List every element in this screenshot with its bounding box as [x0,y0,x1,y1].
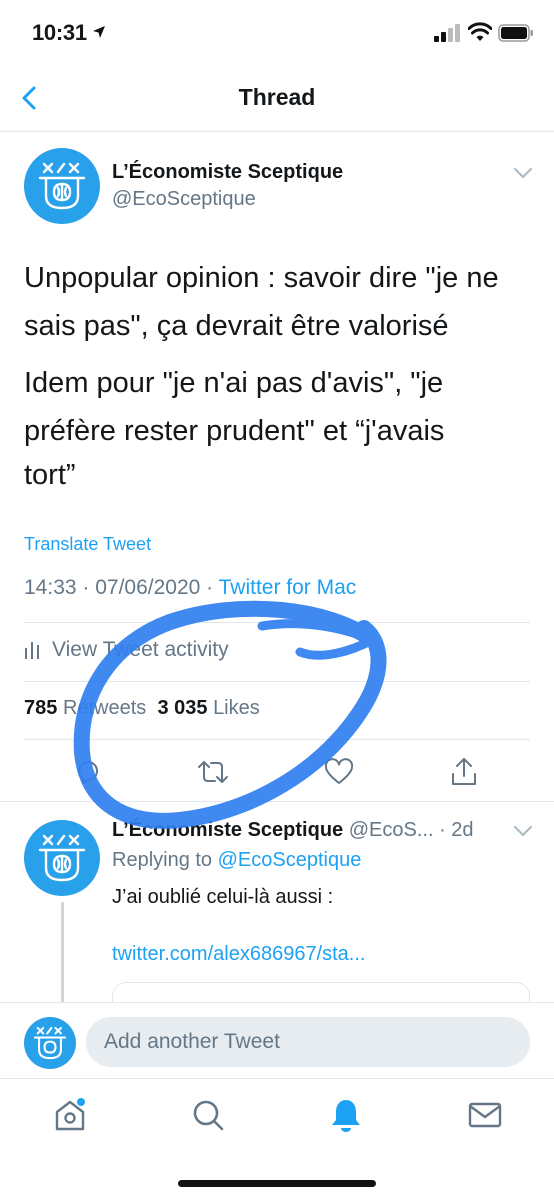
engagement-stats: 785 Retweets 3 035 Likes [24,697,260,720]
battery-icon [498,24,533,42]
reply-author-avatar[interactable] [24,820,100,896]
add-tweet-input[interactable] [86,1017,530,1067]
home-indicator [178,1180,376,1187]
likes-count: 3 035 [157,697,208,719]
reply-text: J’ai oublié celui-là aussi : [112,886,334,908]
brain-logo-icon [38,162,86,210]
reply-author-handle[interactable]: @EcoS... [349,819,434,841]
translate-tweet-link[interactable]: Translate Tweet [24,534,151,555]
brain-logo-icon [33,1026,67,1060]
chevron-down-icon[interactable] [512,166,534,180]
divider [24,622,530,623]
like-button[interactable] [321,754,357,790]
cellular-signal-icon [434,24,460,42]
reply-link[interactable]: twitter.com/alex686967/sta... [112,943,365,966]
reply-author-name[interactable]: L’Économiste Sceptique [112,819,343,841]
author-handle[interactable]: @EcoSceptique [112,188,256,211]
author-name[interactable]: L’Économiste Sceptique [112,161,343,184]
retweets-count: 785 [24,697,58,719]
replying-to-label: Replying to [112,849,218,871]
reply-icon [77,761,98,784]
divider [24,681,530,682]
composer-avatar[interactable] [24,1017,76,1069]
wifi-icon [468,22,492,41]
view-tweet-activity-label: View Tweet activity [52,638,229,661]
location-arrow-icon [93,26,105,38]
status-bar: 10:31 [0,0,554,64]
thread-separator [0,801,554,802]
likes-label[interactable]: Likes [213,697,260,719]
reply-button[interactable] [70,754,106,790]
tweet-text-line: Idem pour "je n'ai pas d'avis", "je [24,367,444,399]
composer-bar [0,1002,554,1078]
tweet-timestamp: 14:33 · 07/06/2020 · [24,576,219,599]
replying-to-handle[interactable]: @EcoSceptique [218,849,362,871]
tweet-metadata: 14:33 · 07/06/2020 · Twitter for Mac [24,576,356,600]
divider [24,739,530,740]
messages-icon[interactable] [465,1095,505,1135]
retweet-button[interactable] [195,754,231,790]
view-tweet-activity-button[interactable]: View Tweet activity [24,638,229,662]
tweet-text-line: préfère rester prudent" et “j'avais [24,415,445,447]
tweet-text-line: Unpopular opinion : savoir dire "je ne [24,262,499,294]
tweet-text-line: tort” [24,459,76,491]
nav-bar: Thread [0,64,554,132]
tweet-source-link[interactable]: Twitter for Mac [219,576,357,599]
share-icon [452,758,476,785]
reply-time: · 2d [439,819,474,841]
notifications-icon[interactable] [326,1095,366,1135]
page-title: Thread [238,84,316,110]
share-button[interactable] [446,754,482,790]
brain-logo-icon [38,834,86,882]
chevron-down-icon[interactable] [512,824,534,838]
thread-connector-line [61,902,64,1002]
author-avatar[interactable] [24,148,100,224]
reply-header: L’Économiste Sceptique @EcoS... · 2d [112,819,474,842]
replying-to: Replying to @EcoSceptique [112,849,361,872]
like-icon [324,758,354,784]
search-icon[interactable] [188,1095,228,1135]
activity-bars-icon [25,642,39,659]
retweet-icon [198,761,228,783]
tweet-text-line: sais pas", ça devrait être valorisé [24,310,449,342]
home-icon[interactable] [50,1095,90,1135]
status-time: 10:31 [32,20,87,45]
retweets-label[interactable]: Retweets [63,697,146,719]
